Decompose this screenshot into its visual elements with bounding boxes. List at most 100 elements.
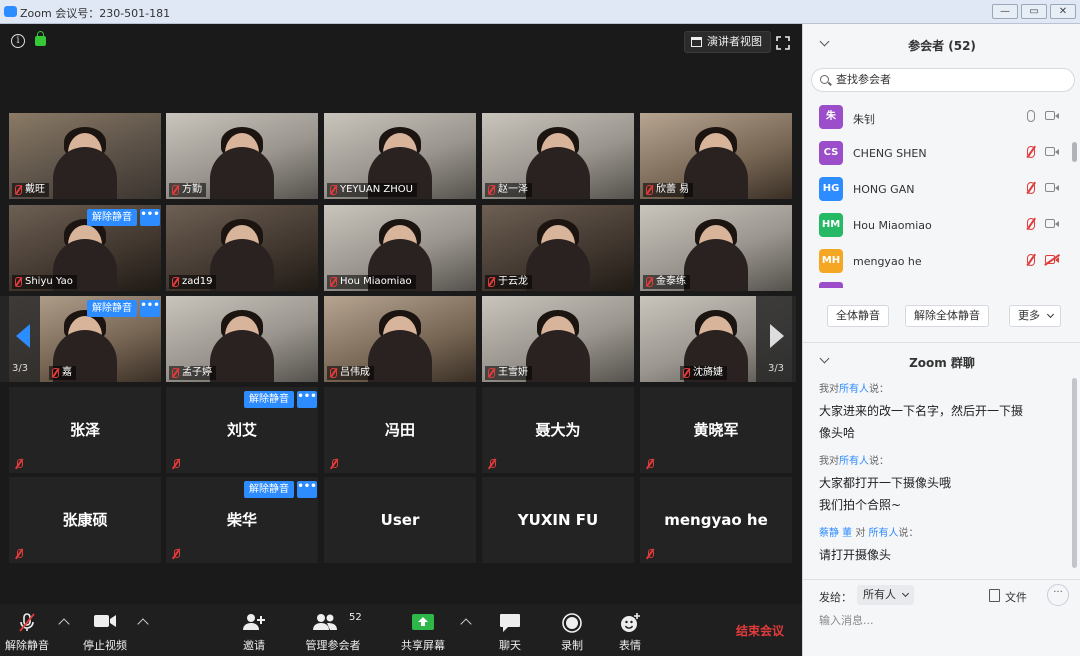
recipient-link[interactable]: 所有人: [869, 528, 899, 539]
record-button[interactable]: 录制: [552, 604, 592, 656]
tile-name: 刘艾: [226, 421, 257, 439]
recipient-select[interactable]: 所有人: [857, 585, 914, 605]
more-button[interactable]: 更多: [1009, 305, 1061, 327]
participant-row[interactable]: HM Hou Miaomiao: [803, 208, 1073, 244]
chat-message-input[interactable]: 输入消息...: [819, 612, 1069, 628]
camera-icon: [1045, 111, 1059, 120]
sender-link[interactable]: 蔡静 董: [819, 528, 852, 539]
participants-header: 参会者 (52): [803, 24, 1080, 64]
meeting-toolbar: 解除静音 停止视频 邀请 52 管理参会者 共享屏幕 聊天 录制 表情 结束会议: [0, 604, 802, 656]
next-page-button[interactable]: 3/3: [756, 296, 796, 382]
manage-participants-button[interactable]: 52 管理参会者: [300, 604, 366, 656]
video-tile[interactable]: 孟子婷: [166, 296, 318, 382]
tile-more-button[interactable]: •••: [140, 209, 160, 226]
video-tile[interactable]: 黄晓军: [640, 387, 792, 473]
mic-muted-icon: [645, 549, 655, 559]
video-tile[interactable]: 戴旺: [9, 113, 161, 199]
recipient-link[interactable]: 所有人: [839, 384, 869, 395]
participants-scrollbar[interactable]: [1072, 142, 1077, 162]
participant-search-input[interactable]: 查找参会者: [811, 68, 1075, 92]
mic-muted-icon: [14, 459, 24, 469]
add-person-icon: [243, 614, 265, 630]
video-tile[interactable]: 金泰练: [640, 205, 792, 291]
tile-name: 张泽: [69, 421, 100, 439]
video-tile[interactable]: 王雪妍: [482, 296, 634, 382]
tile-more-button[interactable]: •••: [297, 481, 317, 498]
previous-page-button[interactable]: 3/3: [0, 296, 40, 382]
avatar: MH: [819, 249, 843, 273]
reactions-button[interactable]: 表情: [610, 604, 650, 656]
chat-scrollbar[interactable]: [1072, 378, 1077, 568]
video-tile[interactable]: 张泽: [9, 387, 161, 473]
mic-muted-icon: [1027, 182, 1035, 194]
participant-row[interactable]: CS CHENG SHEN: [803, 136, 1073, 172]
tile-name: 柴华: [226, 511, 257, 529]
maximize-button[interactable]: ▭: [1021, 4, 1047, 19]
unmute-all-button[interactable]: 解除全体静音: [905, 305, 989, 327]
chat-more-button[interactable]: ···: [1047, 584, 1069, 606]
video-options-chevron-icon[interactable]: [137, 618, 149, 630]
tile-name: 沈旖婕: [680, 366, 727, 380]
participant-count: 52: [349, 612, 362, 623]
video-tile[interactable]: 吕伟成: [324, 296, 476, 382]
participant-row[interactable]: 朱 朱钊: [803, 100, 1073, 136]
avatar: CS: [819, 141, 843, 165]
chat-send-row: 发给： 所有人 文件 ···: [803, 579, 1080, 609]
video-tile[interactable]: 方勤: [166, 113, 318, 199]
minimize-button[interactable]: —: [992, 4, 1018, 19]
video-tile[interactable]: User: [324, 477, 476, 563]
file-button[interactable]: 文件: [989, 589, 1027, 605]
unmute-button[interactable]: 解除静音: [2, 604, 52, 656]
tile-name: 黄晓军: [693, 421, 739, 439]
info-icon[interactable]: i: [11, 34, 25, 48]
video-tile[interactable]: 张康硕: [9, 477, 161, 563]
search-icon: [820, 75, 829, 84]
video-tile[interactable]: Shiyu Yao 解除静音 •••: [9, 205, 161, 291]
participant-row[interactable]: MH mengyao he: [803, 244, 1073, 280]
audio-options-chevron-icon[interactable]: [58, 618, 70, 630]
tile-name: 嘉: [49, 366, 76, 380]
video-tile[interactable]: 冯田: [324, 387, 476, 473]
share-options-chevron-icon[interactable]: [460, 618, 472, 630]
end-meeting-button[interactable]: 结束会议: [736, 622, 784, 639]
video-tile[interactable]: mengyao he: [640, 477, 792, 563]
unmute-request-button[interactable]: 解除静音: [244, 481, 294, 498]
video-tile[interactable]: YUXIN FU: [482, 477, 634, 563]
video-tile[interactable]: 欣蕾 易: [640, 113, 792, 199]
invite-button[interactable]: 邀请: [232, 604, 276, 656]
video-gallery: i 演讲者视图 戴旺 方勤 YEYUAN ZHOU 赵一泽 欣蕾 易 Shiyu…: [0, 24, 802, 656]
tile-name: 冯田: [384, 421, 415, 439]
video-tile[interactable]: 柴华 解除静音 •••: [166, 477, 318, 563]
unmute-request-button[interactable]: 解除静音: [244, 391, 294, 408]
unmute-request-button[interactable]: 解除静音: [87, 209, 137, 226]
video-tile[interactable]: 聂大为: [482, 387, 634, 473]
tile-name: 赵一泽: [485, 183, 532, 197]
lock-icon[interactable]: [35, 31, 46, 46]
share-screen-button[interactable]: 共享屏幕: [398, 604, 448, 656]
video-tile[interactable]: zad19: [166, 205, 318, 291]
video-tile[interactable]: 刘艾 解除静音 •••: [166, 387, 318, 473]
unmute-request-button[interactable]: 解除静音: [87, 300, 137, 317]
tile-more-button[interactable]: •••: [140, 300, 160, 317]
share-screen-icon: [412, 614, 434, 630]
stop-video-button[interactable]: 停止视频: [80, 604, 130, 656]
tile-name: 孟子婷: [169, 366, 216, 380]
tile-name: 戴旺: [12, 183, 49, 197]
tile-more-button[interactable]: •••: [297, 391, 317, 408]
chat-button[interactable]: 聊天: [488, 604, 532, 656]
video-tile[interactable]: YEYUAN ZHOU: [324, 113, 476, 199]
mic-muted-icon: [1027, 218, 1035, 230]
participant-row[interactable]: HG HONG GAN: [803, 172, 1073, 208]
chat-message: 我对所有人说： 大家进来的改一下名字，然后开一下摄 像头哈: [819, 384, 1024, 440]
mic-icon: [1027, 110, 1035, 122]
chat-message: 我对所有人说： 大家都打开一下摄像头哦 我们拍个合照~: [819, 456, 952, 512]
mic-muted-icon: [14, 549, 24, 559]
close-button[interactable]: ✕: [1050, 4, 1076, 19]
speaker-view-button[interactable]: 演讲者视图: [684, 31, 771, 53]
fullscreen-icon[interactable]: [776, 36, 790, 50]
video-tile[interactable]: 于云龙: [482, 205, 634, 291]
recipient-link[interactable]: 所有人: [839, 456, 869, 467]
video-tile[interactable]: 赵一泽: [482, 113, 634, 199]
video-tile[interactable]: Hou Miaomiao: [324, 205, 476, 291]
mute-all-button[interactable]: 全体静音: [827, 305, 889, 327]
